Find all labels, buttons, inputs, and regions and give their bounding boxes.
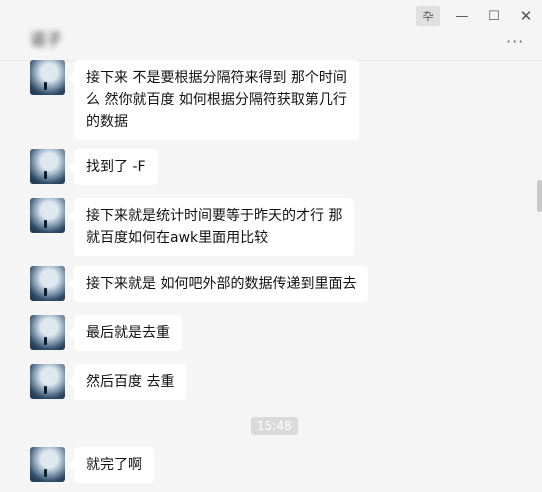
message-line: 然后百度 去重 [86,374,175,390]
pin-icon[interactable]: 卆 [416,6,440,26]
message-line: 接下来 不是要根据分隔符来得到 那个时间 [86,70,347,86]
avatar[interactable] [30,447,65,482]
minimize-icon[interactable]: — [450,6,474,26]
avatar[interactable] [30,266,65,301]
avatar[interactable] [30,149,65,184]
chat-history[interactable]: 接下来 不是要根据分隔符来得到 那个时间 么 然你就百度 如何根据分隔符获取第几… [0,60,542,492]
message-item: 最后就是去重 [30,315,182,351]
avatar[interactable] [30,315,65,350]
message-line: 就完了啊 [86,457,142,473]
message-item: 接下来就是统计时间要等于昨天的才行 那 就百度如何在awk里面用比较 [30,198,355,256]
avatar[interactable] [30,198,65,233]
maximize-icon[interactable]: ☐ [482,6,506,26]
message-item: 接下来就是 如何吧外部的数据传递到里面去 [30,266,369,302]
avatar[interactable] [30,60,65,95]
avatar[interactable] [30,364,65,399]
message-bubble[interactable]: 接下来就是统计时间要等于昨天的才行 那 就百度如何在awk里面用比较 [67,198,355,256]
message-bubble[interactable]: 找到了 -F [68,149,158,185]
scrollbar[interactable] [537,180,542,212]
message-item: 就完了啊 [30,447,154,483]
timestamp: 15:48 [251,417,298,435]
close-icon[interactable]: ✕ [514,6,538,26]
chat-title: 诺子 [30,30,63,49]
title-bar: 诺子 卆 — ☐ ✕ ··· [0,0,542,61]
message-line: 的数据 [86,114,128,130]
message-item: 然后百度 去重 [30,364,187,400]
message-bubble[interactable]: 最后就是去重 [68,315,182,351]
message-bubble[interactable]: 然后百度 去重 [67,364,187,400]
message-line: 接下来就是统计时间要等于昨天的才行 那 [86,208,343,224]
message-line: 接下来就是 如何吧外部的数据传递到里面去 [86,276,357,292]
message-bubble[interactable]: 接下来就是 如何吧外部的数据传递到里面去 [67,266,369,302]
more-icon[interactable]: ··· [506,32,524,51]
message-line: 么 然你就百度 如何根据分隔符获取第几行 [86,92,347,108]
message-line: 最后就是去重 [86,325,170,341]
message-line: 找到了 -F [86,159,146,175]
message-line: 就百度如何在awk里面用比较 [86,230,269,246]
message-item: 接下来 不是要根据分隔符来得到 那个时间 么 然你就百度 如何根据分隔符获取第几… [30,60,359,140]
message-bubble[interactable]: 接下来 不是要根据分隔符来得到 那个时间 么 然你就百度 如何根据分隔符获取第几… [68,60,359,140]
message-item: 找到了 -F [30,149,158,185]
message-bubble[interactable]: 就完了啊 [68,447,154,483]
